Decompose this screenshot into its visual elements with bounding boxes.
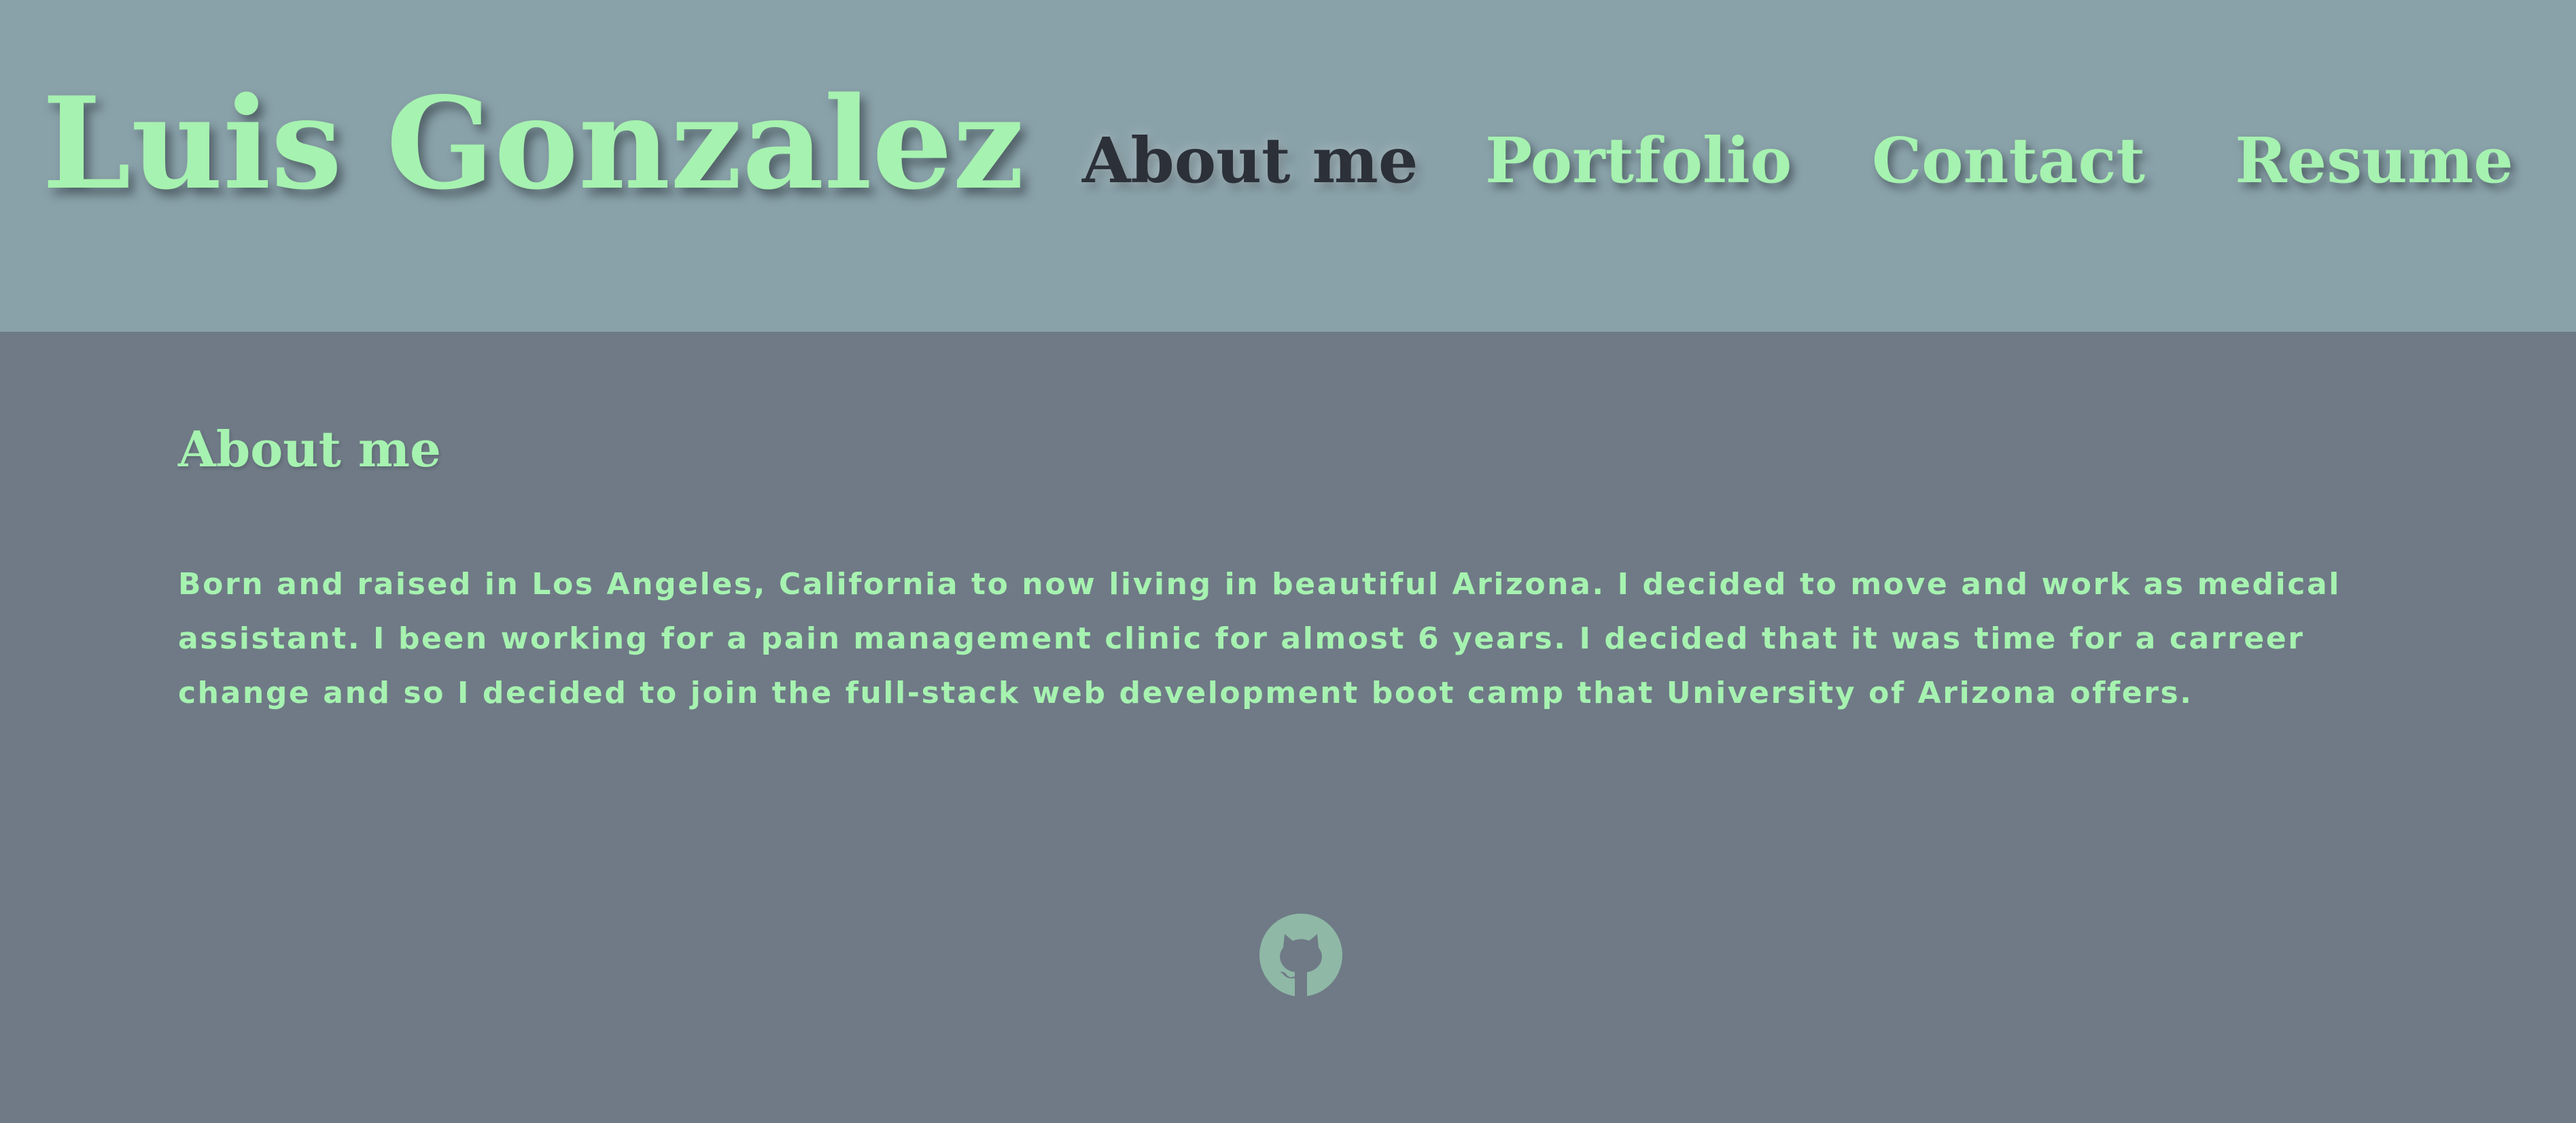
github-link[interactable] [1259, 914, 1342, 997]
github-icon [1259, 914, 1342, 997]
nav-portfolio-link[interactable]: Portfolio [1485, 120, 1792, 201]
about-heading: About me [178, 420, 441, 478]
site-header: Luis Gonzalez About me Portfolio Contact… [0, 0, 2576, 332]
site-footer [0, 904, 2576, 1006]
main-nav: About me Portfolio Contact Resume [0, 120, 2576, 201]
about-paragraph: Born and raised in Los Angeles, Californ… [178, 567, 2341, 710]
nav-about-link[interactable]: About me [1082, 120, 1418, 201]
nav-contact-link[interactable]: Contact [1862, 120, 2155, 201]
nav-resume-link[interactable]: Resume [2228, 120, 2520, 201]
